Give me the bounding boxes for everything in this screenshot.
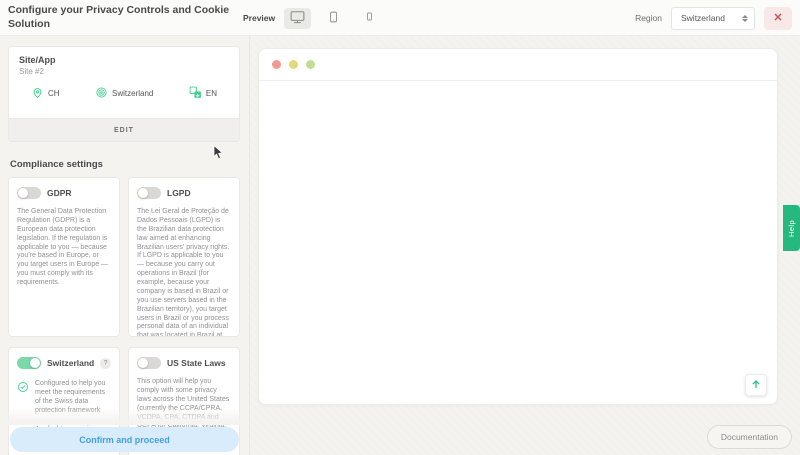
phone-icon <box>364 10 375 26</box>
confirm-button[interactable]: Confirm and proceed <box>10 427 239 452</box>
site-language: EN <box>189 86 217 101</box>
site-app-card: Site/App Site #2 CH <box>8 46 240 142</box>
us-state-laws-toggle[interactable] <box>137 357 161 369</box>
shield-check-icon <box>17 380 29 398</box>
desktop-monitor-icon <box>290 10 305 27</box>
browser-content-empty <box>259 81 777 404</box>
gdpr-description: The General Data Protection Regulation (… <box>17 208 111 288</box>
site-app-title: Site/App <box>19 55 229 65</box>
compliance-cards: GDPR The General Data Protection Regulat… <box>8 177 239 455</box>
traffic-light-yellow-icon <box>289 60 298 69</box>
lgpd-label: LGPD <box>167 188 191 198</box>
preview-area: Documentation <box>250 36 800 455</box>
location-pin-icon <box>31 86 44 101</box>
close-icon: ✕ <box>773 12 782 24</box>
switzerland-feature-configured: Configured to help you meet the requirem… <box>17 379 111 415</box>
sidebar-scroll-area[interactable]: Site/App Site #2 CH <box>0 36 249 455</box>
help-question-badge[interactable]: ? <box>100 358 111 369</box>
select-arrows-icon <box>742 15 748 22</box>
help-tab[interactable]: Help <box>783 205 800 251</box>
preview-label: Preview <box>243 13 275 23</box>
site-name: Site #2 <box>19 67 229 76</box>
header: Configure your Privacy Controls and Cook… <box>0 0 800 36</box>
documentation-button[interactable]: Documentation <box>707 425 792 449</box>
lgpd-description: The Lei Geral de Proteção de Dados Pesso… <box>137 208 231 337</box>
region-label: Region <box>635 13 662 23</box>
compliance-settings-heading: Compliance settings <box>10 159 237 170</box>
app-window: Configure your Privacy Controls and Cook… <box>0 0 800 455</box>
scroll-top-button[interactable] <box>745 374 767 396</box>
close-button[interactable]: ✕ <box>764 7 792 30</box>
traffic-light-red-icon <box>272 60 281 69</box>
preview-browser-window <box>258 48 778 405</box>
site-region: Switzerland <box>95 86 153 101</box>
lgpd-toggle[interactable] <box>137 187 161 199</box>
region-controls: Region Switzerland ✕ <box>635 0 792 36</box>
target-icon <box>95 86 108 101</box>
us-state-laws-label: US State Laws <box>167 358 226 368</box>
page-title: Configure your Privacy Controls and Cook… <box>8 3 246 31</box>
traffic-light-green-icon <box>306 60 315 69</box>
device-desktop-button[interactable] <box>284 8 311 29</box>
switzerland-label: Switzerland <box>47 358 94 368</box>
lgpd-card: LGPD The Lei Geral de Proteção de Dados … <box>128 177 240 337</box>
translate-icon <box>189 86 202 101</box>
preview-device-switcher: Preview <box>243 0 383 36</box>
gdpr-toggle[interactable] <box>17 187 41 199</box>
gdpr-card: GDPR The General Data Protection Regulat… <box>8 177 120 337</box>
region-select-value: Switzerland <box>681 13 742 23</box>
browser-titlebar <box>259 49 777 81</box>
tablet-icon <box>327 10 340 27</box>
arrow-up-icon <box>750 378 762 393</box>
device-mobile-button[interactable] <box>356 8 383 29</box>
sidebar: Site/App Site #2 CH <box>0 36 250 455</box>
site-country: CH <box>31 86 60 101</box>
gdpr-label: GDPR <box>47 188 72 198</box>
region-select[interactable]: Switzerland <box>671 7 755 30</box>
switzerland-toggle[interactable] <box>17 357 41 369</box>
edit-button[interactable]: EDIT <box>9 118 239 141</box>
device-tablet-button[interactable] <box>320 8 347 29</box>
